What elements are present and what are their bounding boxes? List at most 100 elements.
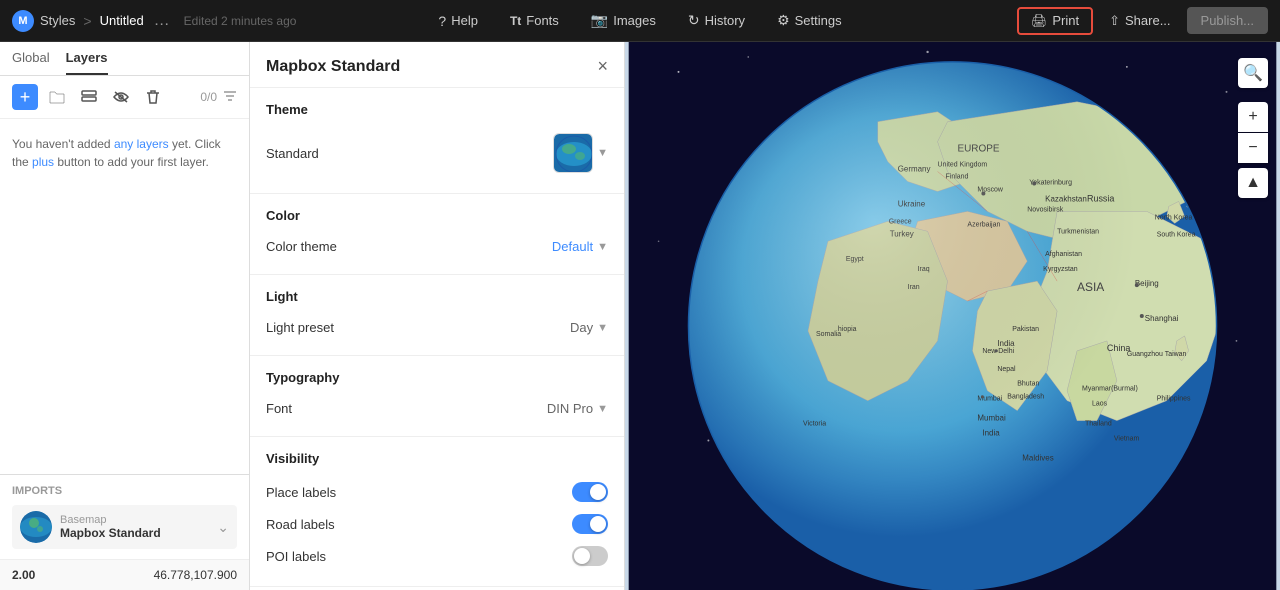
breadcrumb-styles[interactable]: Styles: [40, 13, 75, 28]
font-value[interactable]: DIN Pro ▼: [547, 401, 608, 416]
theme-preview-icon[interactable]: [553, 133, 593, 173]
imports-section: Imports Basemap Mapbox Standard: [0, 474, 249, 559]
nav-settings[interactable]: ⚙ Settings: [771, 8, 848, 33]
dialog-panel: Mapbox Standard × Theme Standard: [250, 42, 625, 590]
font-row: Font DIN Pro ▼: [266, 395, 608, 422]
import-item-basemap[interactable]: Basemap Mapbox Standard ⌄: [12, 505, 237, 549]
light-preset-value[interactable]: Day ▼: [570, 320, 608, 335]
empty-link-plus[interactable]: plus: [32, 155, 54, 169]
import-chevron-icon[interactable]: ⌄: [217, 519, 229, 536]
fonts-icon: Tt: [510, 14, 521, 28]
empty-text-1: You haven't added: [12, 137, 114, 151]
road-labels-toggle[interactable]: [572, 514, 608, 534]
layer-count: 0/0: [200, 90, 217, 104]
dialog-section-light: Light Light preset Day ▼: [250, 275, 624, 356]
theme-chevron-icon: ▼: [597, 147, 608, 159]
page-title: Untitled: [100, 13, 144, 28]
nav-fonts[interactable]: Tt Fonts: [504, 9, 565, 32]
empty-text-3: button to add your first layer.: [54, 155, 209, 169]
import-sub-label: Basemap: [60, 514, 209, 526]
publish-button[interactable]: Publish...: [1187, 7, 1268, 34]
dialog-header: Mapbox Standard ×: [250, 42, 624, 88]
panel-spacer: [0, 187, 249, 474]
font-label: Font: [266, 401, 292, 416]
panel-toolbar: + 0/0: [0, 76, 249, 119]
more-icon[interactable]: …: [154, 12, 170, 30]
visibility-section-title: Visibility: [266, 451, 608, 466]
hide-button[interactable]: [108, 84, 134, 110]
edited-text: Edited 2 minutes ago: [184, 14, 297, 28]
light-section-title: Light: [266, 289, 608, 304]
theme-section-title: Theme: [266, 102, 608, 117]
zoom-out-button[interactable]: −: [1238, 133, 1268, 163]
place-labels-row: Place labels: [266, 476, 608, 508]
light-preset-chevron: ▼: [597, 322, 608, 334]
tab-global[interactable]: Global: [12, 50, 50, 75]
panel-tabs: Global Layers: [0, 42, 249, 76]
color-theme-chevron: ▼: [597, 241, 608, 253]
print-label: Print: [1052, 13, 1079, 28]
share-button[interactable]: ⇧ Share...: [1099, 9, 1180, 33]
theme-preview-container[interactable]: ▼: [553, 133, 608, 173]
dialog-section-color: Color Color theme Default ▼: [250, 194, 624, 275]
nav-help-label: Help: [451, 13, 478, 28]
road-labels-row: Road labels: [266, 508, 608, 540]
delete-button[interactable]: [140, 84, 166, 110]
nav-images[interactable]: 📷 Images: [585, 8, 662, 33]
panel-empty-message: You haven't added any layers yet. Click …: [0, 119, 249, 187]
settings-icon: ⚙: [777, 12, 790, 29]
map-search-icon: 🔍: [1243, 63, 1263, 83]
zoom-value: 2.00: [12, 568, 35, 582]
dialog-section-typography: Typography Font DIN Pro ▼: [250, 356, 624, 437]
empty-link-layers[interactable]: any layers: [114, 137, 169, 151]
map-globe: EUROPE ASIA Russia China India Germany U…: [625, 42, 1280, 590]
dialog-section-theme: Theme Standard ▼: [250, 88, 624, 194]
history-icon: ↻: [688, 12, 700, 29]
import-name-label: Mapbox Standard: [60, 526, 209, 540]
add-layer-button[interactable]: +: [12, 84, 38, 110]
filter-button[interactable]: [223, 89, 237, 105]
poi-labels-label: POI labels: [266, 549, 326, 564]
brand-logo: M: [12, 10, 34, 32]
zoom-in-button[interactable]: +: [1238, 102, 1268, 132]
font-chevron: ▼: [597, 403, 608, 415]
nav-history[interactable]: ↻ History: [682, 8, 751, 33]
nav-images-label: Images: [613, 13, 656, 28]
map-controls: + − ▲: [1238, 102, 1268, 198]
map-area[interactable]: EUROPE ASIA Russia China India Germany U…: [625, 42, 1280, 590]
color-theme-row: Color theme Default ▼: [266, 233, 608, 260]
share-label: Share...: [1125, 13, 1171, 28]
left-panel: Global Layers + 0/0: [0, 42, 250, 590]
map-search-button[interactable]: 🔍: [1238, 58, 1268, 88]
topbar-brand: M Styles > Untitled …: [12, 10, 170, 32]
share-icon: ⇧: [1109, 13, 1120, 29]
nav-history-label: History: [705, 13, 745, 28]
print-button[interactable]: 🖨 Print: [1017, 7, 1093, 35]
topbar-left: M Styles > Untitled … Edited 2 minutes a…: [12, 10, 432, 32]
help-icon: ?: [438, 13, 446, 29]
color-theme-label: Color theme: [266, 239, 337, 254]
nav-help[interactable]: ? Help: [432, 9, 484, 33]
dialog-title: Mapbox Standard: [266, 58, 400, 76]
folder-button[interactable]: [44, 84, 70, 110]
print-icon: 🖨: [1031, 13, 1048, 29]
place-labels-toggle[interactable]: [572, 482, 608, 502]
tab-layers[interactable]: Layers: [66, 50, 108, 75]
imports-label: Imports: [12, 485, 237, 497]
nav-settings-label: Settings: [795, 13, 842, 28]
font-text: DIN Pro: [547, 401, 593, 416]
light-preset-text: Day: [570, 320, 593, 335]
nav-fonts-label: Fonts: [526, 13, 559, 28]
topbar: M Styles > Untitled … Edited 2 minutes a…: [0, 0, 1280, 42]
compass-button[interactable]: ▲: [1238, 168, 1268, 198]
typography-section-title: Typography: [266, 370, 608, 385]
theme-standard-row: Standard ▼: [266, 127, 608, 179]
import-info: Basemap Mapbox Standard: [60, 514, 209, 540]
color-theme-value[interactable]: Default ▼: [552, 239, 608, 254]
light-preset-row: Light preset Day ▼: [266, 314, 608, 341]
layer-group-button[interactable]: [76, 84, 102, 110]
dialog-close-button[interactable]: ×: [597, 56, 608, 77]
poi-labels-row: POI labels: [266, 540, 608, 572]
poi-labels-toggle[interactable]: [572, 546, 608, 566]
publish-label: Publish...: [1201, 13, 1254, 28]
